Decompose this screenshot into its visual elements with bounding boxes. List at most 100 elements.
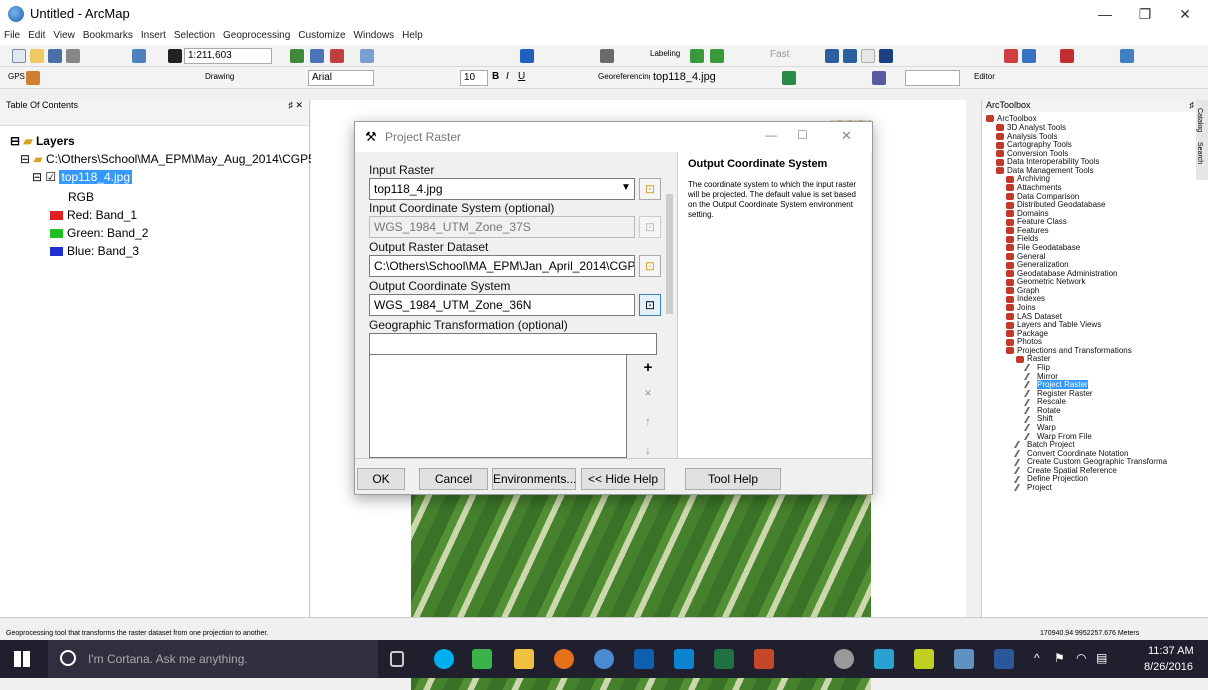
layers-node[interactable]: ⊟ ▰ Layers — [10, 134, 75, 148]
menu-geoprocessing[interactable]: Geoprocessing — [219, 28, 294, 43]
workspace-node[interactable]: ⊟ ▰ C:\Others\School\MA_EPM\May_Aug_2014… — [20, 152, 331, 166]
input-raster-field[interactable]: top118_4.jpg — [369, 178, 635, 200]
task-view-icon[interactable] — [390, 651, 404, 667]
cancel-button[interactable]: Cancel — [419, 468, 488, 490]
color-fill-icon[interactable] — [520, 49, 534, 63]
hide-help-button[interactable]: << Hide Help — [581, 468, 665, 490]
label-weight-icon[interactable] — [710, 49, 724, 63]
select-features-icon[interactable] — [1004, 49, 1018, 63]
wifi-icon[interactable]: ◠ — [1076, 651, 1086, 665]
new-icon[interactable] — [12, 49, 26, 63]
find-icon[interactable] — [1060, 49, 1074, 63]
toc-pin-close[interactable]: ♯ ✕ — [288, 100, 309, 111]
add-icon[interactable]: + — [637, 358, 659, 380]
horizontal-scrollbars[interactable] — [0, 617, 1208, 630]
chevron-down-icon[interactable]: ▼ — [621, 182, 631, 193]
excel-icon[interactable] — [714, 649, 734, 669]
browser-icon[interactable] — [834, 649, 854, 669]
output-cs-field[interactable]: WGS_1984_UTM_Zone_36N — [369, 294, 635, 316]
full-extent-icon[interactable] — [879, 49, 893, 63]
app-q-icon[interactable] — [914, 649, 934, 669]
clock-date[interactable]: 8/26/2016 — [1144, 661, 1193, 673]
move-up-icon[interactable]: ↑ — [637, 411, 659, 433]
search-tab[interactable]: Search — [1196, 142, 1203, 164]
gps-icon[interactable] — [26, 71, 40, 85]
fast-combo[interactable]: Fast — [770, 49, 789, 60]
add-control-points-icon[interactable] — [782, 71, 796, 85]
menu-edit[interactable]: Edit — [24, 28, 49, 43]
output-ds-field[interactable]: C:\Others\School\MA_EPM\Jan_April_2014\C… — [369, 255, 635, 277]
media-player-icon[interactable] — [674, 649, 694, 669]
dialog-scroll-thumb[interactable] — [666, 194, 673, 314]
dialog-maximize[interactable]: ☐ — [797, 128, 808, 142]
environments-button[interactable]: Environments... — [492, 468, 576, 490]
catalog-tab[interactable]: Catalog — [1196, 108, 1203, 132]
add-data-icon[interactable] — [168, 49, 182, 63]
menu-selection[interactable]: Selection — [170, 28, 219, 43]
geo-transform-list[interactable] — [369, 354, 627, 458]
file-explorer-icon[interactable] — [514, 649, 534, 669]
menu-insert[interactable]: Insert — [137, 28, 170, 43]
windows-start-icon[interactable] — [14, 651, 30, 667]
cortana-search[interactable]: I'm Cortana. Ask me anything. — [48, 640, 378, 678]
measure-icon[interactable] — [1120, 49, 1134, 63]
georef-layer-combo[interactable]: top118_4.jpg — [650, 70, 768, 86]
labeling-label[interactable]: Labeling — [650, 49, 680, 58]
georeferencing-label[interactable]: Georeferencing — [598, 72, 653, 81]
app-grid-icon[interactable] — [472, 649, 492, 669]
open-icon[interactable] — [30, 49, 44, 63]
tray-chevron-icon[interactable]: ^ — [1034, 651, 1040, 665]
python-icon[interactable] — [360, 49, 374, 63]
geo-transform-field[interactable] — [369, 333, 657, 355]
menu-windows[interactable]: Windows — [350, 28, 399, 43]
ok-button[interactable]: OK — [357, 468, 405, 490]
font-combo[interactable]: Arial — [308, 70, 374, 86]
view-link-table-icon[interactable] — [872, 71, 886, 85]
powerpoint-icon[interactable] — [754, 649, 774, 669]
dialog-close[interactable]: ✕ — [841, 128, 852, 144]
clock-time[interactable]: 11:37 AM — [1148, 645, 1194, 657]
minimize-button[interactable]: — — [1090, 4, 1120, 24]
bold-button[interactable]: B — [492, 71, 499, 82]
table-of-contents-icon[interactable] — [310, 49, 324, 63]
zoom-in-icon[interactable] — [825, 49, 839, 63]
spatial-ref-icon[interactable]: ⊡ — [639, 294, 661, 316]
font-size-combo[interactable]: 10 — [460, 70, 488, 86]
paint-icon[interactable] — [874, 649, 894, 669]
italic-button[interactable]: I — [506, 71, 509, 82]
editor-toolbar-icon[interactable] — [290, 49, 304, 63]
browse-folder-icon[interactable]: ⊡ — [639, 178, 661, 200]
firefox-icon[interactable] — [554, 649, 574, 669]
layer-node[interactable]: ⊟ ☑ top118_4.jpg — [32, 170, 132, 184]
layout-icon[interactable] — [600, 49, 614, 63]
browse-folder-icon[interactable]: ⊡ — [639, 255, 661, 277]
undo-icon[interactable] — [132, 49, 146, 63]
rotate-angle-input[interactable] — [905, 70, 960, 86]
gps-label[interactable]: GPS — [8, 72, 25, 81]
print-icon[interactable] — [66, 49, 80, 63]
menu-view[interactable]: View — [49, 28, 79, 43]
outlook-icon[interactable] — [634, 649, 654, 669]
editor-label[interactable]: Editor — [974, 72, 995, 81]
app-owl-icon[interactable] — [954, 649, 974, 669]
maximize-button[interactable]: ❐ — [1130, 4, 1160, 24]
underline-button[interactable]: U — [518, 71, 525, 82]
remove-icon[interactable]: × — [637, 383, 659, 405]
toolbox-root[interactable]: ArcToolbox — [986, 114, 1037, 123]
save-icon[interactable] — [48, 49, 62, 63]
zoom-out-icon[interactable] — [843, 49, 857, 63]
menu-help[interactable]: Help — [398, 28, 427, 43]
drawing-label[interactable]: Drawing — [205, 72, 234, 81]
dialog-scrollbar[interactable] — [664, 154, 675, 456]
arctoolbox-icon[interactable] — [330, 49, 344, 63]
pan-icon[interactable] — [861, 49, 875, 63]
label-manager-icon[interactable] — [690, 49, 704, 63]
menu-file[interactable]: File — [0, 28, 24, 43]
word-icon[interactable] — [994, 649, 1014, 669]
dialog-minimize[interactable]: — — [765, 128, 777, 142]
menu-customize[interactable]: Customize — [294, 28, 349, 43]
tool-help-button[interactable]: Tool Help — [685, 468, 781, 490]
toolbox-item[interactable]: Project — [1013, 483, 1052, 492]
skype-icon[interactable] — [434, 649, 454, 669]
arcmap-taskbar-icon[interactable] — [594, 649, 614, 669]
